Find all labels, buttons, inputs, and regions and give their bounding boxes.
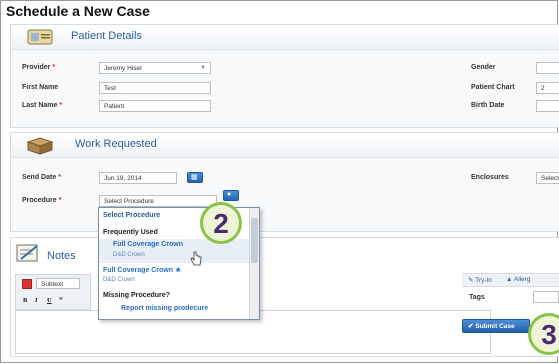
work-requested-header: Work Requested xyxy=(11,133,559,158)
underline-button[interactable]: U xyxy=(47,297,52,304)
submit-case-button[interactable]: ✔ Submit Case xyxy=(462,319,530,333)
work-requested-heading: Work Requested xyxy=(75,138,157,150)
notes-icon xyxy=(16,244,38,262)
patient-details-section: Patient Details Provider * Jeremy Hiser ▼… xyxy=(10,24,559,128)
enclosures-label: Enclosures xyxy=(471,174,509,181)
patient-details-heading: Patient Details xyxy=(71,30,142,42)
report-missing-link[interactable]: Report missing prodecure xyxy=(121,305,208,312)
send-date-field[interactable]: Jun 19, 2014 xyxy=(99,172,177,184)
scrollbar-thumb[interactable] xyxy=(251,218,258,263)
format-select[interactable]: Subtext xyxy=(36,278,80,289)
calendar-icon: ▦ xyxy=(191,174,198,181)
step-2-badge: 2 xyxy=(200,202,242,244)
bold-button[interactable]: B xyxy=(23,297,27,304)
work-requested-section: Work Requested Send Date * Jun 19, 2014 … xyxy=(10,132,559,232)
patient-chart-field[interactable]: 2 xyxy=(536,82,559,94)
step-3-badge: 3 xyxy=(528,313,559,355)
patient-card-icon xyxy=(27,29,53,45)
page-title: Schedule a New Case xyxy=(6,3,150,19)
tags-field[interactable] xyxy=(533,291,559,303)
gender-select[interactable] xyxy=(536,62,559,74)
tags-label: Tags xyxy=(469,294,485,301)
select-procedure-option[interactable]: Select Procedure xyxy=(103,212,160,219)
procedure-search-button[interactable]: ● xyxy=(223,190,239,201)
patient-details-header: Patient Details xyxy=(11,25,559,50)
provider-select[interactable]: Jeremy Hiser ▼ xyxy=(99,62,211,74)
enclosures-select[interactable]: Select xyxy=(536,172,559,184)
allergy-tag[interactable]: ▲ Allerg xyxy=(506,276,531,283)
missing-procedure-group: Missing Procedure? xyxy=(103,292,170,299)
procedure-option-sub: D&D Crown xyxy=(113,252,145,258)
birth-date-field[interactable] xyxy=(536,100,559,112)
procedure-option-name: Full Coverage Crown xyxy=(113,241,184,248)
box-icon xyxy=(26,137,54,155)
provider-label: Provider * xyxy=(22,64,56,71)
frequently-used-group: Frequently Used xyxy=(103,229,158,236)
first-name-field[interactable]: Test xyxy=(99,82,211,94)
tryin-tag[interactable]: ✎ Try-In xyxy=(468,276,492,284)
first-name-label: First Name xyxy=(22,84,59,91)
italic-button[interactable]: I xyxy=(35,297,38,304)
source-icon[interactable] xyxy=(22,279,32,289)
procedure-select[interactable]: Select Procedure xyxy=(99,195,217,207)
notes-heading: Notes xyxy=(47,250,76,262)
last-name-label: Last Name * xyxy=(22,102,63,109)
search-icon: ● xyxy=(227,191,232,198)
hand-cursor-icon xyxy=(190,251,202,266)
send-date-label: Send Date * xyxy=(22,174,61,181)
chevron-down-icon: ▼ xyxy=(200,65,206,71)
gender-label: Gender xyxy=(471,64,496,71)
calendar-button[interactable]: ▦ xyxy=(187,172,203,183)
procedure-option-sub: D&D Crown xyxy=(103,277,135,283)
schedule-case-window: Schedule a New Case Patient Details Prov… xyxy=(0,0,559,363)
procedure-label: Procedure * xyxy=(22,197,62,204)
dropdown-scrollbar[interactable] xyxy=(249,208,259,319)
patient-chart-label: Patient Chart xyxy=(471,84,515,91)
last-name-field[interactable]: Patient xyxy=(99,100,211,112)
birth-date-label: Birth Date xyxy=(471,102,505,109)
tag-shortcuts-bar: ✎ Try-In ▲ Allerg xyxy=(462,273,559,287)
procedure-option-name[interactable]: Full Coverage Crown ★ xyxy=(103,266,181,274)
list-icon[interactable]: ≡ xyxy=(59,296,63,303)
notes-editor-toolbar: Subtext B I U ≡ xyxy=(15,274,91,310)
